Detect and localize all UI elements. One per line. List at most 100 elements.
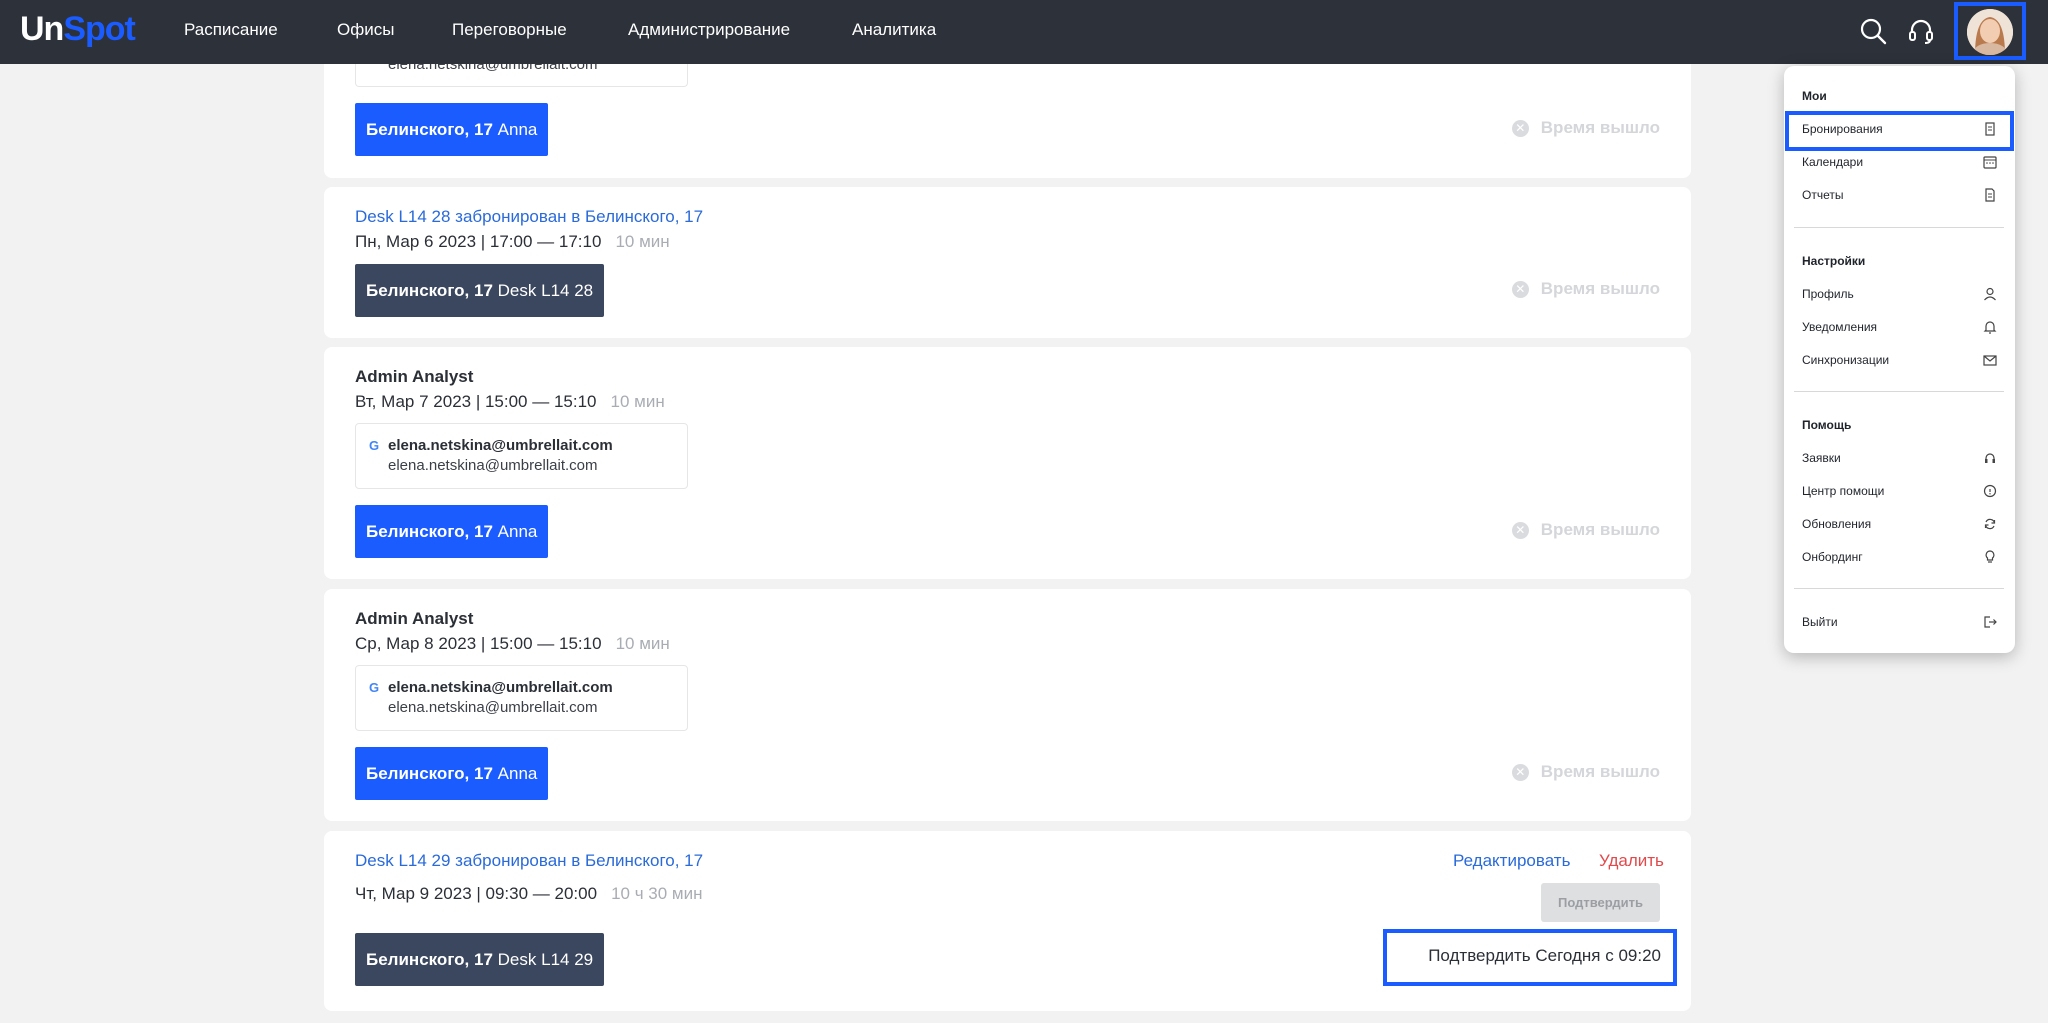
logo[interactable]: UnSpot [20, 10, 136, 49]
report-icon [1982, 187, 1998, 203]
top-bar: UnSpot Расписание Офисы Переговорные Адм… [0, 0, 2048, 64]
nav-item-meeting-rooms[interactable]: Переговорные [452, 20, 567, 40]
delete-button[interactable]: Удалить [1599, 851, 1664, 871]
google-icon: G [369, 438, 380, 453]
booking-date-value: Пн, Мар 6 2023 | 17:00 — 17:10 [355, 232, 602, 251]
edit-button[interactable]: Редактировать [1453, 851, 1570, 871]
location-tag[interactable]: Белинского, 17 Desk L14 29 [355, 933, 605, 986]
location-tag-name: Anna [497, 120, 538, 139]
menu-item-label: Обновления [1802, 517, 1872, 531]
headset-icon[interactable] [1906, 16, 1936, 46]
support-icon [1982, 450, 1998, 466]
menu-item-label: Синхронизации [1802, 353, 1890, 367]
logout-icon [1982, 614, 1998, 630]
google-icon: G [369, 680, 380, 695]
menu-section-help: Помощь [1802, 418, 1852, 432]
booking-duration: 10 мин [615, 634, 670, 653]
status-expired-label: Время вышло [1540, 762, 1660, 781]
user-menu: Мои Бронирования Календари Отчеты Настро… [1784, 66, 2015, 653]
booking-date-value: Вт, Мар 7 2023 | 15:00 — 15:10 [355, 392, 597, 411]
chat-icon [1982, 483, 1998, 499]
menu-section-settings: Настройки [1802, 254, 1866, 268]
menu-item-help-center[interactable]: Центр помощи [1802, 481, 1998, 501]
mail-icon [1982, 352, 1998, 368]
guest-email-secondary: elena.netskina@umbrellait.com [388, 699, 598, 716]
location-tag[interactable]: Белинского, 17 Anna [355, 103, 549, 156]
booking-date-value: Чт, Мар 9 2023 | 09:30 — 20:00 [355, 884, 598, 903]
location-tag[interactable]: Белинского, 17 Anna [355, 505, 549, 558]
confirm-hint: Подтвердить Сегодня с 09:20 [1383, 929, 1677, 986]
search-icon[interactable] [1858, 16, 1888, 46]
guest-box: G elena.netskina@umbrellait.com elena.ne… [355, 665, 688, 731]
booking-card: Admin Analyst Ср, Мар 8 2023 | 15:00 — 1… [324, 589, 1691, 821]
menu-active-highlight [1785, 111, 2014, 151]
menu-item-reports[interactable]: Отчеты [1802, 185, 1998, 205]
menu-item-tickets[interactable]: Заявки [1802, 448, 1998, 468]
location-tag-name: Desk L14 29 [497, 950, 594, 969]
booking-date-value: Ср, Мар 8 2023 | 15:00 — 15:10 [355, 634, 602, 653]
menu-item-label: Выйти [1802, 615, 1838, 629]
status-expired: ✕ Время вышло [1511, 762, 1660, 782]
booking-duration: 10 мин [610, 392, 665, 411]
calendar-icon [1982, 154, 1998, 170]
location-tag-name: Anna [497, 522, 538, 541]
booking-date: Ср, Мар 8 2023 | 15:00 — 15:10 10 мин [355, 634, 670, 654]
menu-item-label: Центр помощи [1802, 484, 1885, 498]
status-expired: ✕ Время вышло [1511, 118, 1660, 138]
booking-card: Desk L14 28 забронирован в Белинского, 1… [324, 187, 1691, 338]
confirm-button[interactable]: Подтвердить [1541, 883, 1660, 922]
menu-item-label: Онбординг [1802, 550, 1863, 564]
menu-item-notifications[interactable]: Уведомления [1802, 317, 1998, 337]
nav-item-analytics[interactable]: Аналитика [852, 20, 936, 40]
location-tag-name: Desk L14 28 [497, 281, 594, 300]
booking-date: Вт, Мар 7 2023 | 15:00 — 15:10 10 мин [355, 392, 665, 412]
location-tag-address: Белинского, 17 [366, 281, 493, 300]
guest-email-primary: elena.netskina@umbrellait.com [388, 679, 613, 696]
nav-item-schedule[interactable]: Расписание [184, 20, 278, 40]
status-expired-label: Время вышло [1540, 118, 1660, 137]
menu-item-onboarding[interactable]: Онбординг [1802, 547, 1998, 567]
location-tag-address: Белинского, 17 [366, 120, 493, 139]
guest-box: G elena.netskina@umbrellait.com elena.ne… [355, 423, 688, 489]
close-circle-icon: ✕ [1511, 763, 1529, 781]
user-icon [1982, 286, 1998, 302]
booking-title: Admin Analyst [355, 609, 474, 628]
menu-item-label: Отчеты [1802, 188, 1844, 202]
booking-duration: 10 мин [615, 232, 670, 251]
menu-item-logout[interactable]: Выйти [1802, 612, 1998, 632]
location-tag[interactable]: Белинского, 17 Anna [355, 747, 549, 800]
booking-duration: 10 ч 30 мин [611, 884, 703, 903]
close-circle-icon: ✕ [1511, 119, 1529, 137]
avatar-button[interactable] [1954, 2, 2026, 60]
booking-date: Пн, Мар 6 2023 | 17:00 — 17:10 10 мин [355, 232, 670, 252]
menu-divider [1794, 227, 2004, 228]
menu-item-label: Уведомления [1802, 320, 1878, 334]
menu-item-sync[interactable]: Синхронизации [1802, 350, 1998, 370]
close-circle-icon: ✕ [1511, 521, 1529, 539]
guest-email-secondary: elena.netskina@umbrellait.com [388, 457, 598, 474]
booking-card-active: Desk L14 29 забронирован в Белинского, 1… [324, 831, 1691, 1011]
status-expired-label: Время вышло [1540, 520, 1660, 539]
logo-un: Un [20, 10, 64, 48]
menu-item-label: Заявки [1802, 451, 1841, 465]
bell-icon [1982, 319, 1998, 335]
location-tag[interactable]: Белинского, 17 Desk L14 28 [355, 264, 605, 317]
booking-card-partial: elena.netskina@umbrellait.com Белинского… [324, 34, 1691, 178]
status-expired-label: Время вышло [1540, 279, 1660, 298]
menu-section-my: Мои [1802, 89, 1827, 103]
booking-card: Admin Analyst Вт, Мар 7 2023 | 15:00 — 1… [324, 347, 1691, 579]
nav-item-offices[interactable]: Офисы [337, 20, 394, 40]
lightbulb-icon [1982, 549, 1998, 565]
booking-title-link[interactable]: Desk L14 29 забронирован в Белинского, 1… [355, 851, 703, 871]
nav-item-administration[interactable]: Администрирование [628, 20, 790, 40]
avatar [1967, 9, 2013, 55]
booking-title: Admin Analyst [355, 367, 474, 386]
menu-item-updates[interactable]: Обновления [1802, 514, 1998, 534]
menu-item-label: Профиль [1802, 287, 1854, 301]
menu-item-profile[interactable]: Профиль [1802, 284, 1998, 304]
menu-item-calendars[interactable]: Календари [1802, 152, 1998, 172]
booking-title-link[interactable]: Desk L14 28 забронирован в Белинского, 1… [355, 207, 703, 227]
confirm-hint-label: Подтвердить Сегодня с 09:20 [1428, 946, 1661, 965]
location-tag-address: Белинского, 17 [366, 764, 493, 783]
menu-item-label: Календари [1802, 155, 1864, 169]
